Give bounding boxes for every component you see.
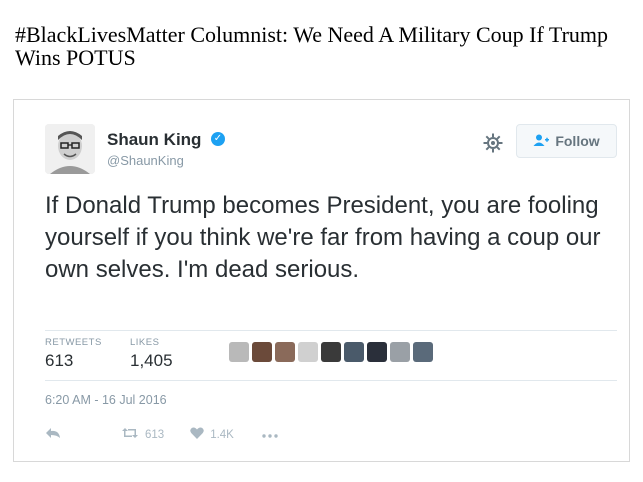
liker-avatar[interactable] [344, 342, 364, 362]
tweet-timestamp[interactable]: 6:20 AM - 16 Jul 2016 [45, 393, 167, 407]
liker-avatar[interactable] [252, 342, 272, 362]
avatar[interactable] [45, 124, 95, 174]
liker-avatar[interactable] [229, 342, 249, 362]
more-icon [262, 429, 278, 441]
liker-avatar[interactable] [413, 342, 433, 362]
liker-avatar[interactable] [390, 342, 410, 362]
retweets-label: RETWEETS [45, 337, 102, 348]
liker-avatar[interactable] [275, 342, 295, 362]
more-button[interactable] [262, 429, 278, 441]
page-headline: #BlackLivesMatter Columnist: We Need A M… [15, 22, 609, 70]
liker-avatar[interactable] [298, 342, 318, 362]
like-action-count: 1.4K [210, 428, 234, 441]
likes-count[interactable]: 1,405 [130, 351, 173, 371]
user-name[interactable]: Shaun King [107, 130, 201, 150]
heart-icon [190, 427, 204, 442]
liker-avatars [229, 342, 433, 362]
divider [45, 330, 617, 331]
follow-button[interactable]: Follow [516, 124, 617, 158]
retweet-button[interactable]: 613 [121, 427, 164, 442]
liker-avatar[interactable] [367, 342, 387, 362]
follow-person-icon [533, 134, 550, 149]
liker-avatar[interactable] [321, 342, 341, 362]
divider [45, 380, 617, 381]
retweet-action-count: 613 [145, 428, 165, 441]
reply-button[interactable] [45, 427, 61, 442]
tweet-card: Shaun King ✓ @ShaunKing Follow If Donald… [25, 112, 625, 452]
likes-label: LIKES [130, 337, 160, 348]
tweet-actions: 613 1.4K [45, 427, 278, 442]
retweet-icon [121, 427, 139, 442]
follow-label: Follow [555, 133, 600, 149]
reply-icon [45, 427, 61, 442]
user-handle[interactable]: @ShaunKing [107, 153, 184, 168]
tweet-text: If Donald Trump becomes President, you a… [45, 192, 601, 283]
like-button[interactable]: 1.4K [190, 427, 234, 442]
gear-icon[interactable] [482, 132, 504, 154]
retweets-count[interactable]: 613 [45, 351, 73, 371]
verified-icon: ✓ [211, 132, 225, 146]
